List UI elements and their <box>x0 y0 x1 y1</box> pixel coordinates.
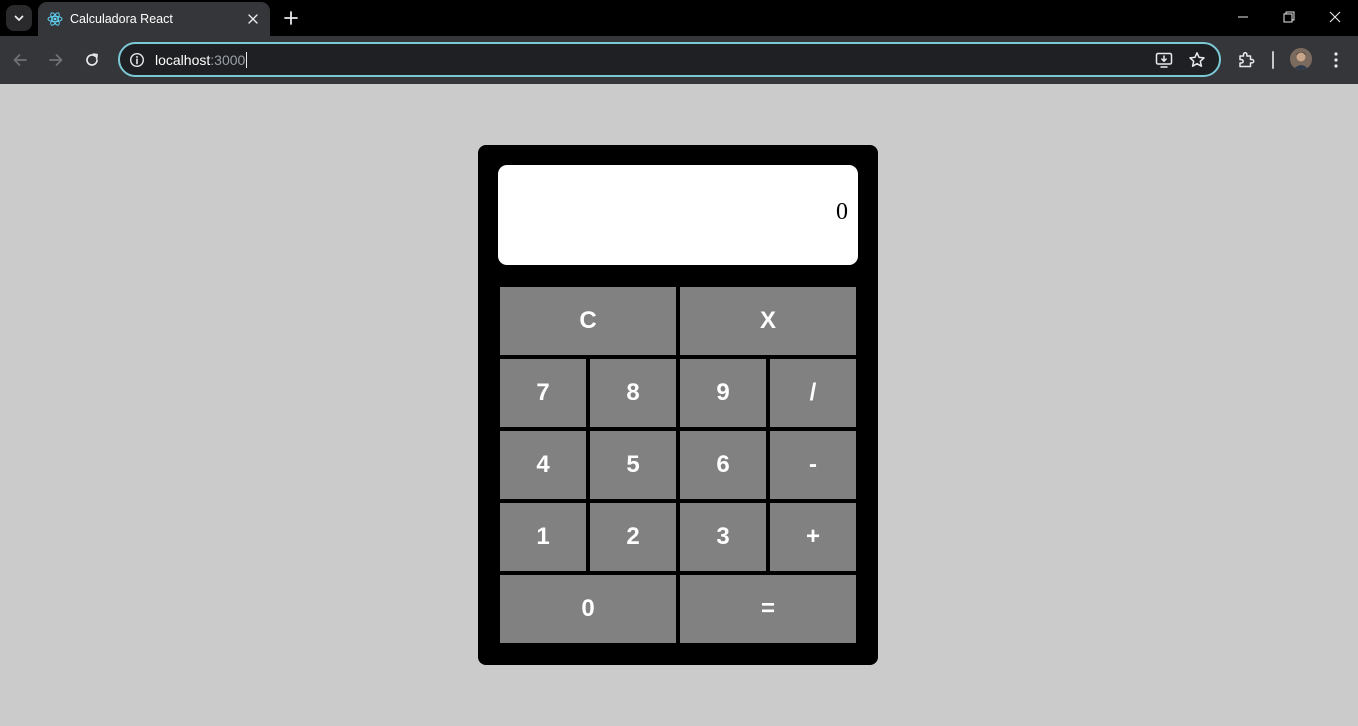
key-4[interactable]: 4 <box>500 431 586 499</box>
equals-button[interactable]: = <box>680 575 856 643</box>
reload-button[interactable] <box>80 48 104 72</box>
plus-button[interactable]: + <box>770 503 856 571</box>
divide-button[interactable]: / <box>770 359 856 427</box>
key-9[interactable]: 9 <box>680 359 766 427</box>
address-bar[interactable]: localhost:3000 <box>118 42 1221 77</box>
calculator-display: 0 <box>498 165 858 265</box>
tab-calculadora[interactable]: Calculadora React <box>38 2 270 36</box>
more-vert-icon <box>1334 52 1338 68</box>
menu-button[interactable] <box>1324 48 1348 72</box>
plus-icon <box>284 11 298 25</box>
restore-icon <box>1283 11 1295 23</box>
reload-icon <box>86 53 98 66</box>
minimize-button[interactable] <box>1220 0 1266 34</box>
avatar[interactable] <box>1290 48 1312 70</box>
window-close-button[interactable] <box>1312 0 1358 34</box>
backspace-button[interactable]: X <box>680 287 856 355</box>
page-content: 0 C X 7 8 9 / 4 5 6 - 1 2 3 + 0 = <box>0 84 1358 726</box>
key-8[interactable]: 8 <box>590 359 676 427</box>
puzzle-icon <box>1239 52 1255 68</box>
url-port: :3000 <box>210 52 246 68</box>
key-6[interactable]: 6 <box>680 431 766 499</box>
forward-arrow-icon <box>49 54 63 66</box>
key-1[interactable]: 1 <box>500 503 586 571</box>
calculator: 0 C X 7 8 9 / 4 5 6 - 1 2 3 + 0 = <box>478 145 878 665</box>
restore-button[interactable] <box>1266 0 1312 34</box>
key-5[interactable]: 5 <box>590 431 676 499</box>
clear-button[interactable]: C <box>500 287 676 355</box>
info-icon <box>129 52 145 68</box>
site-info-button[interactable] <box>128 51 146 69</box>
browser-toolbar: localhost:3000 <box>0 36 1358 84</box>
display-value: 0 <box>836 199 848 225</box>
text-caret <box>246 52 248 68</box>
forward-button[interactable] <box>44 48 68 72</box>
react-logo-icon <box>47 11 63 27</box>
star-icon <box>1189 52 1205 67</box>
tab-title: Calculadora React <box>70 12 173 26</box>
tab-search-button[interactable] <box>6 5 32 31</box>
key-2[interactable]: 2 <box>590 503 676 571</box>
url-host: localhost <box>155 52 211 68</box>
tab-strip: Calculadora React <box>0 0 1358 36</box>
key-7[interactable]: 7 <box>500 359 586 427</box>
key-3[interactable]: 3 <box>680 503 766 571</box>
new-tab-button[interactable] <box>280 7 302 29</box>
key-0[interactable]: 0 <box>500 575 676 643</box>
minimize-icon <box>1238 16 1248 18</box>
minus-button[interactable]: - <box>770 431 856 499</box>
install-app-icon <box>1155 52 1173 68</box>
url-text[interactable]: localhost:3000 <box>155 52 248 68</box>
back-button[interactable] <box>8 48 32 72</box>
install-app-button[interactable] <box>1154 50 1174 70</box>
profile-avatar-icon <box>1290 48 1312 70</box>
chevron-down-icon <box>14 15 24 21</box>
back-arrow-icon <box>13 54 27 66</box>
close-icon <box>1329 11 1341 23</box>
bookmark-button[interactable] <box>1187 50 1207 70</box>
extensions-button[interactable] <box>1234 48 1258 72</box>
tab-close-button[interactable] <box>245 11 261 27</box>
toolbar-separator <box>1272 51 1274 69</box>
close-icon <box>248 14 258 24</box>
